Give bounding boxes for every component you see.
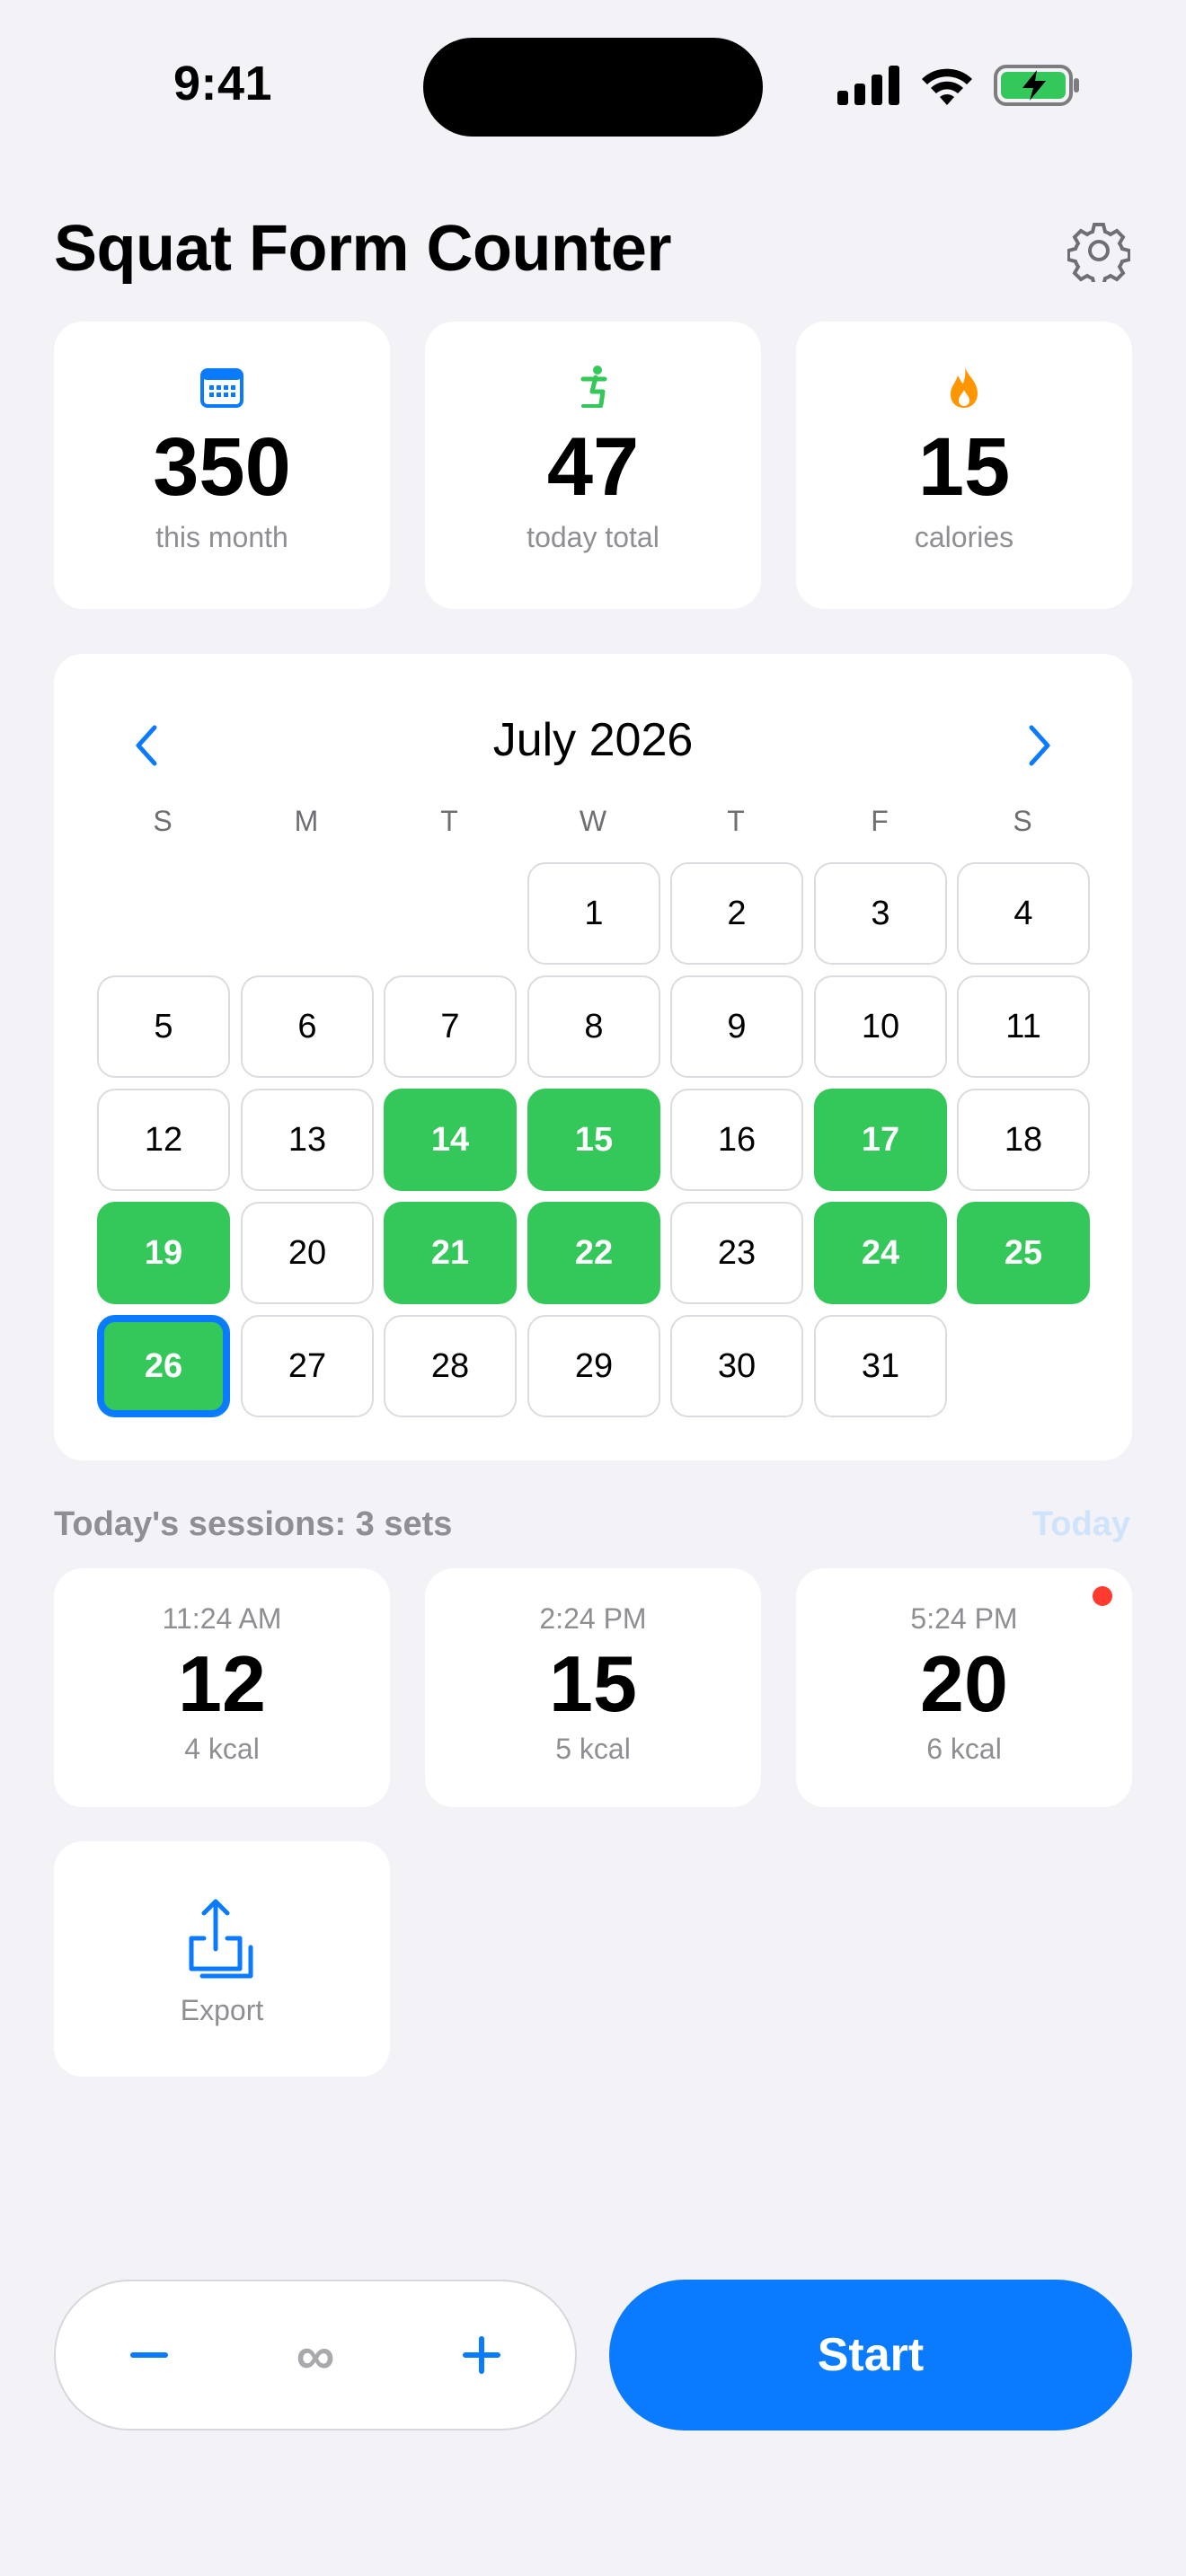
weekday-label: W <box>579 805 607 837</box>
session-kcal: 6 kcal <box>926 1733 1002 1765</box>
target-stepper: ∞ <box>54 2280 577 2430</box>
calendar-day[interactable]: 15 <box>527 1089 660 1191</box>
stat-value: 47 <box>546 421 640 513</box>
calendar-day[interactable]: 11 <box>957 975 1090 1078</box>
sessions-label: Today's sessions: 3 sets <box>54 1505 453 1543</box>
share-export-icon <box>189 1899 253 1979</box>
calendar-day[interactable]: 9 <box>670 975 803 1078</box>
chevron-right-icon <box>1029 725 1050 766</box>
calendar-day[interactable]: 8 <box>527 975 660 1078</box>
weekday-label: F <box>871 805 889 837</box>
plus-icon <box>463 2336 500 2374</box>
calendar-day[interactable]: 12 <box>97 1089 230 1191</box>
export-button[interactable]: Export <box>54 1841 390 2077</box>
calendar-day[interactable]: 18 <box>957 1089 1090 1191</box>
calendar-month-title: July 2026 <box>492 714 694 766</box>
calendar-day[interactable]: 1 <box>527 862 660 965</box>
cellular-signal-icon <box>837 66 899 105</box>
calendar-day[interactable]: 31 <box>814 1315 947 1417</box>
calendar-day[interactable]: 29 <box>527 1315 660 1417</box>
calendar-day[interactable]: 21 <box>384 1202 517 1304</box>
export-label: Export <box>180 1994 264 2026</box>
squat-figure-icon <box>580 366 607 408</box>
calendar-day[interactable]: 14 <box>384 1089 517 1191</box>
stat-value: 350 <box>153 421 291 513</box>
calendar-day[interactable]: 19 <box>97 1202 230 1304</box>
settings-button[interactable] <box>1067 219 1131 287</box>
dynamic-island <box>423 38 763 137</box>
session-card[interactable]: 5:24 PM 20 6 kcal <box>796 1568 1132 1807</box>
session-kcal: 5 kcal <box>555 1733 631 1765</box>
session-time: 5:24 PM <box>910 1602 1018 1635</box>
calendar-day[interactable]: 20 <box>241 1202 374 1304</box>
calendar-day[interactable]: 13 <box>241 1089 374 1191</box>
session-kcal: 4 kcal <box>184 1733 260 1765</box>
calendar-day[interactable]: 6 <box>241 975 374 1078</box>
calendar-day[interactable]: 16 <box>670 1089 803 1191</box>
calendar-icon <box>200 368 243 408</box>
calendar: July 2026 SMTWTFS 1 2 3 4 5 6 7 8 9 10 11 12 13 14 15 1… <box>54 654 1132 1460</box>
session-count: 12 <box>178 1639 266 1728</box>
stat-label: this month <box>155 521 288 553</box>
battery-charging-icon <box>994 65 1079 106</box>
calendar-day[interactable]: 7 <box>384 975 517 1078</box>
calendar-day[interactable]: 28 <box>384 1315 517 1417</box>
weekday-label: S <box>1013 805 1032 837</box>
weekday-label: T <box>440 805 458 837</box>
stat-card-month: 350 this month <box>54 322 390 609</box>
stat-label: today total <box>527 521 659 553</box>
calendar-day[interactable]: 24 <box>814 1202 947 1304</box>
calendar-day[interactable]: 26 <box>97 1315 230 1417</box>
calendar-day[interactable]: 23 <box>670 1202 803 1304</box>
calendar-day[interactable]: 4 <box>957 862 1090 965</box>
unread-dot <box>1093 1586 1112 1606</box>
status-time: 9:41 <box>173 57 273 110</box>
stat-label: calories <box>914 521 1014 553</box>
status-icons <box>837 63 1080 108</box>
minus-icon <box>130 2352 168 2358</box>
increment-button[interactable] <box>456 2330 507 2380</box>
calendar-day[interactable]: 10 <box>814 975 947 1078</box>
calendar-day[interactable]: 25 <box>957 1202 1090 1304</box>
session-count: 15 <box>549 1639 637 1728</box>
calendar-day[interactable]: 3 <box>814 862 947 965</box>
weekday-label: S <box>153 805 173 837</box>
decrement-button[interactable] <box>124 2330 174 2380</box>
calendar-day[interactable]: 5 <box>97 975 230 1078</box>
calendar-day[interactable]: 22 <box>527 1202 660 1304</box>
session-time: 11:24 AM <box>162 1602 282 1635</box>
today-button[interactable]: Today <box>1032 1505 1130 1544</box>
calendar-day[interactable]: 30 <box>670 1315 803 1417</box>
session-card[interactable]: 11:24 AM 12 4 kcal <box>54 1568 390 1807</box>
flame-icon <box>951 366 978 408</box>
gear-icon <box>1067 223 1131 287</box>
weekday-label: T <box>727 805 745 837</box>
calendar-day[interactable]: 17 <box>814 1089 947 1191</box>
session-count: 20 <box>920 1639 1008 1728</box>
session-card[interactable]: 2:24 PM 15 5 kcal <box>425 1568 761 1807</box>
start-button[interactable]: Start <box>609 2280 1132 2430</box>
stat-card-calories: 15 calories <box>796 322 1132 609</box>
calendar-day[interactable]: 27 <box>241 1315 374 1417</box>
stat-card-today: 47 today total <box>425 322 761 609</box>
next-month-button[interactable] <box>1017 719 1062 772</box>
session-time: 2:24 PM <box>539 1602 647 1635</box>
stat-value: 15 <box>917 421 1011 513</box>
calendar-day[interactable]: 2 <box>670 862 803 965</box>
target-value: ∞ <box>296 2325 335 2386</box>
wifi-icon <box>922 68 972 105</box>
page-title: Squat Form Counter <box>54 213 672 285</box>
weekday-label: M <box>294 805 319 837</box>
